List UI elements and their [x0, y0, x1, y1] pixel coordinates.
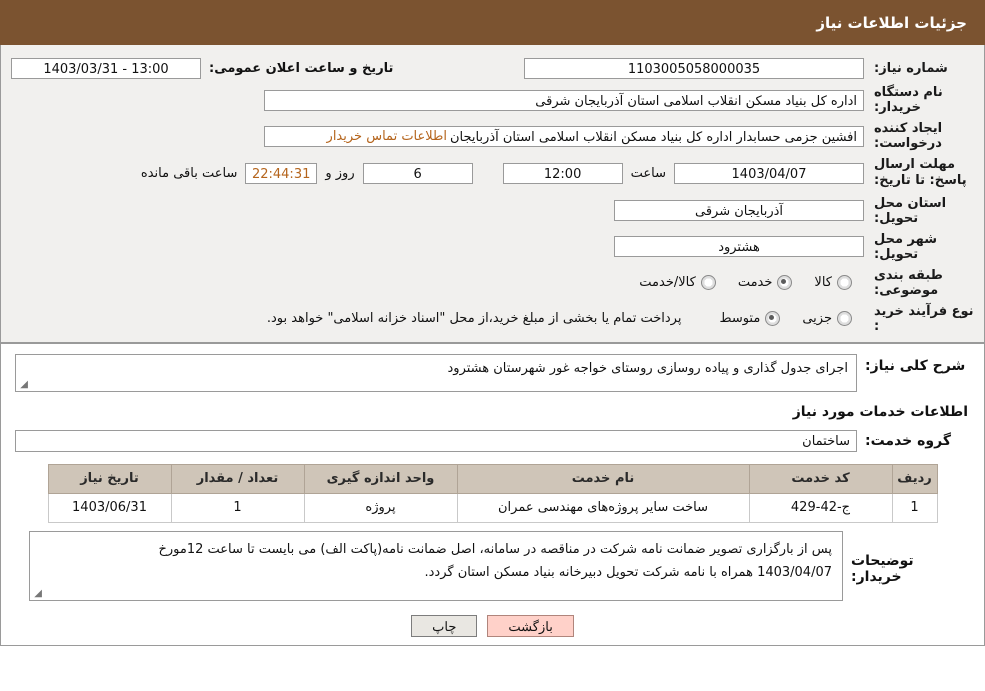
service-group-value: ساختمان — [15, 429, 857, 452]
col-header-code: کد خدمت — [748, 463, 893, 494]
province-label: استان محل تحویل: — [874, 195, 947, 226]
days-and-label: روز و — [325, 165, 355, 181]
buyer-notes-label: توضیحات خریدار: — [851, 552, 914, 585]
category-option-label-0: کالا — [814, 275, 832, 290]
general-desc-text: اجرای جدول گذاری و پیاده روسازی روستای خ… — [447, 360, 849, 376]
hour-label: ساعت — [630, 165, 666, 181]
row-category: طبقه بندی موضوعی: کالا خدمت کالا/خدمت — [11, 268, 974, 298]
radio-icon[interactable] — [837, 275, 852, 290]
purchase-option-label-1: متوسط — [719, 311, 761, 326]
need-number-label: شماره نیاز: — [874, 60, 948, 76]
city-label: شهر محل تحویل: — [874, 231, 938, 262]
col-header-unit: واحد اندازه گیری — [303, 463, 458, 494]
need-details-section: شرح کلی نیاز: اجرای جدول گذاری و پیاده ر… — [1, 343, 984, 645]
service-group-label: گروه خدمت: — [865, 432, 951, 449]
category-label: طبقه بندی موضوعی: — [874, 267, 943, 298]
page-title: جزئیات اطلاعات نیاز — [816, 13, 967, 32]
services-table: ردیف کد خدمت نام خدمت واحد اندازه گیری ت… — [47, 463, 938, 523]
row-deadline: مهلت ارسال پاسخ: تا تاریخ: 1403/04/07 سا… — [11, 157, 974, 190]
radio-icon[interactable] — [837, 311, 852, 326]
radio-icon[interactable] — [700, 275, 716, 290]
category-option-khedmat[interactable]: خدمت — [738, 275, 793, 290]
details-panel: شماره نیاز: 1103005058000035 تاریخ و ساع… — [0, 45, 985, 646]
radio-icon-selected[interactable] — [765, 311, 781, 326]
row-buyer-org: نام دستگاه خریدار: اداره کل بنیاد مسکن ا… — [11, 85, 974, 115]
row-city: شهر محل تحویل: هشترود — [11, 232, 974, 262]
buyer-contact-link[interactable]: اطلاعات تماس خریدار — [323, 128, 450, 144]
purchase-note: پرداخت تمام یا بخشی از مبلغ خرید،از محل … — [266, 311, 682, 326]
print-button[interactable]: چاپ — [411, 614, 478, 637]
deadline-time-value: 12:00 — [502, 162, 623, 184]
buyer-notes-line-1: پس از بارگزاری تصویر ضمانت نامه شرکت در … — [158, 541, 832, 557]
col-header-row: ردیف — [891, 463, 938, 494]
buyer-notes-value: پس از بارگزاری تصویر ضمانت نامه شرکت در … — [29, 530, 843, 601]
cell-unit: پروژه — [303, 492, 458, 523]
category-radio-group[interactable]: کالا خدمت کالا/خدمت — [639, 275, 852, 290]
col-header-name: نام خدمت — [456, 463, 750, 494]
deadline-label: مهلت ارسال پاسخ: تا تاریخ: — [874, 157, 967, 189]
footer-buttons: بازگشت چاپ — [15, 614, 970, 637]
resize-handle-icon[interactable]: ◢ — [32, 588, 42, 599]
requester-label: ایجاد کننده درخواست: — [874, 121, 943, 151]
buyer-org-label: نام دستگاه خریدار: — [874, 85, 943, 115]
services-header: اطلاعات خدمات مورد نیاز — [792, 403, 968, 420]
category-option-label-2: کالا/خدمت — [639, 275, 696, 290]
cell-qty: 1 — [170, 492, 305, 523]
purchase-option-jozii[interactable]: جزیی — [802, 311, 852, 326]
purchase-type-label: نوع فرآیند خرید : — [874, 303, 974, 334]
radio-icon-selected[interactable] — [777, 275, 793, 290]
row-requester: ایجاد کننده درخواست: افشین جزمی حسابدار … — [11, 121, 974, 151]
category-option-kala-khedmat[interactable]: کالا/خدمت — [639, 275, 716, 290]
need-info-section: شماره نیاز: 1103005058000035 تاریخ و ساع… — [1, 45, 984, 344]
col-header-date: تاریخ نیاز — [47, 463, 172, 494]
public-announce-label: تاریخ و ساعت اعلان عمومی: — [209, 60, 394, 76]
public-announce-value: 13:00 - 1403/03/31 — [11, 57, 201, 79]
resize-handle-icon[interactable]: ◢ — [18, 379, 28, 390]
general-desc-value: اجرای جدول گذاری و پیاده روسازی روستای خ… — [15, 353, 857, 392]
cell-date: 1403/06/31 — [47, 492, 172, 523]
purchase-option-motavaset[interactable]: متوسط — [719, 311, 781, 326]
row-need-number: شماره نیاز: 1103005058000035 تاریخ و ساع… — [11, 57, 974, 79]
cell-code: ج-42-429 — [748, 492, 893, 523]
row-province: استان محل تحویل: آذربایجان شرقی — [11, 196, 974, 226]
row-buyer-notes: توضیحات خریدار: پس از بارگزاری تصویر ضما… — [29, 530, 956, 601]
remaining-suffix-label: ساعت باقی مانده — [140, 165, 238, 181]
cell-name: ساخت سایر پروژه‌های مهندسی عمران — [456, 492, 750, 523]
row-general-description: شرح کلی نیاز: اجرای جدول گذاری و پیاده ر… — [15, 353, 970, 392]
remaining-clock-value: 22:44:31 — [245, 162, 318, 184]
buyer-notes-line-2: 1403/04/07 همراه با نامه شرکت تحویل دبیر… — [424, 564, 832, 580]
category-option-kala[interactable]: کالا — [814, 275, 852, 290]
province-value: آذربایجان شرقی — [614, 200, 864, 221]
requester-text: افشین جزمی حسابدار اداره کل بنیاد مسکن ا… — [429, 129, 857, 145]
remaining-days-value: 6 — [362, 162, 473, 184]
col-header-qty: تعداد / مقدار — [170, 463, 305, 494]
purchase-type-radio-group[interactable]: جزیی متوسط — [719, 311, 852, 326]
row-service-group: گروه خدمت: ساختمان — [15, 429, 970, 452]
table-row: 1 ج-42-429 ساخت سایر پروژه‌های مهندسی عم… — [47, 492, 938, 523]
general-desc-label: شرح کلی نیاز: — [865, 357, 966, 374]
table-header-row: ردیف کد خدمت نام خدمت واحد اندازه گیری ت… — [47, 463, 938, 494]
back-button[interactable]: بازگشت — [487, 614, 574, 637]
deadline-date-value: 1403/04/07 — [674, 162, 864, 184]
purchase-option-label-0: جزیی — [802, 311, 832, 326]
need-number-value: 1103005058000035 — [524, 57, 864, 79]
buyer-org-value: اداره کل بنیاد مسکن انقلاب اسلامی استان … — [264, 89, 864, 111]
category-option-label-1: خدمت — [737, 275, 773, 290]
row-purchase-type: نوع فرآیند خرید : جزیی متوسط پرداخت تمام… — [11, 304, 974, 334]
city-value: هشترود — [614, 236, 864, 257]
cell-row: 1 — [891, 492, 938, 523]
page-header: جزئیات اطلاعات نیاز — [0, 0, 985, 45]
